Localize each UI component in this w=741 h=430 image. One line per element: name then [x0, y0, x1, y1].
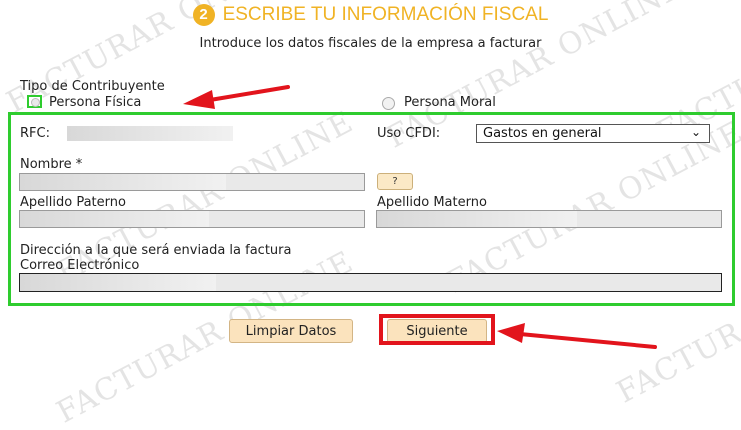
annotation-arrows	[183, 85, 657, 349]
arrow-to-persona-fisica	[183, 85, 290, 109]
arrow-to-siguiente	[497, 323, 657, 349]
